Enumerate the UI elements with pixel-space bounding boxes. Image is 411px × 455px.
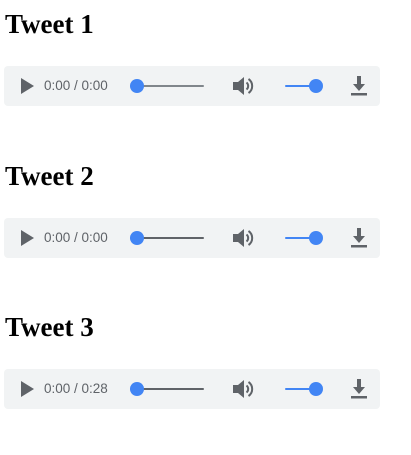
seek-slider[interactable]	[130, 78, 204, 94]
volume-slider[interactable]	[285, 78, 323, 94]
volume-icon[interactable]	[231, 378, 255, 400]
seek-thumb[interactable]	[130, 231, 144, 245]
audio-player: 0:00 / 0:28	[4, 369, 380, 409]
download-icon[interactable]	[347, 227, 371, 249]
volume-slider[interactable]	[285, 381, 323, 397]
tweet-title: Tweet 2	[5, 161, 94, 191]
volume-thumb[interactable]	[309, 79, 323, 93]
tweet-title: Tweet 1	[5, 9, 94, 39]
seek-slider[interactable]	[130, 381, 204, 397]
volume-slider[interactable]	[285, 230, 323, 246]
volume-thumb[interactable]	[309, 382, 323, 396]
play-icon[interactable]	[18, 380, 36, 398]
time-display: 0:00 / 0:00	[44, 230, 108, 245]
download-icon[interactable]	[347, 378, 371, 400]
download-icon[interactable]	[347, 75, 371, 97]
play-icon[interactable]	[18, 77, 36, 95]
audio-player: 0:00 / 0:00	[4, 218, 380, 258]
play-icon[interactable]	[18, 229, 36, 247]
volume-thumb[interactable]	[309, 231, 323, 245]
time-display: 0:00 / 0:28	[44, 381, 108, 396]
volume-icon[interactable]	[231, 75, 255, 97]
seek-slider[interactable]	[130, 230, 204, 246]
time-display: 0:00 / 0:00	[44, 78, 108, 93]
audio-player: 0:00 / 0:00	[4, 66, 380, 106]
seek-thumb[interactable]	[130, 79, 144, 93]
volume-icon[interactable]	[231, 227, 255, 249]
tweet-title: Tweet 3	[5, 312, 94, 342]
seek-thumb[interactable]	[130, 382, 144, 396]
